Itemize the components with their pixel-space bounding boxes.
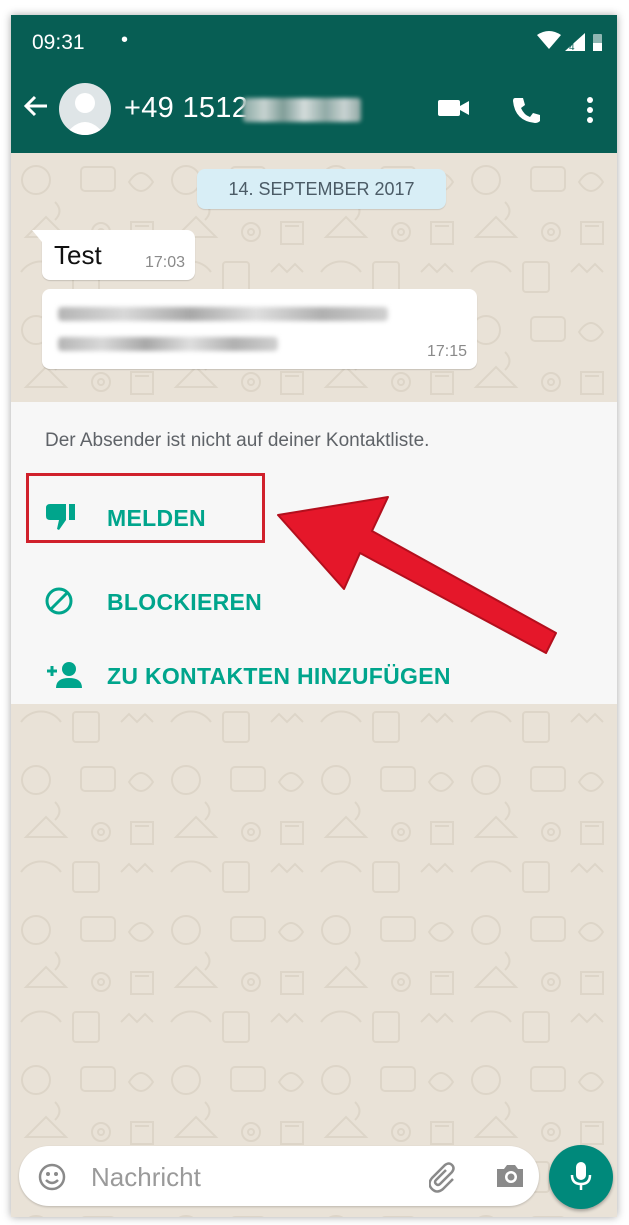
paperclip-icon[interactable] [428, 1161, 461, 1198]
block-label: BLOCKIEREN [107, 589, 263, 615]
notification-dot: • [121, 29, 129, 51]
emoji-icon[interactable] [37, 1162, 67, 1197]
video-call-icon[interactable] [437, 95, 471, 126]
contact-name[interactable]: +49 1512 [124, 92, 248, 125]
wifi-icon [537, 31, 561, 49]
message-time: 17:03 [144, 254, 185, 271]
blurred-text-line [58, 337, 278, 351]
message-text: Test [54, 240, 102, 270]
message-input[interactable]: Nachricht [91, 1162, 201, 1193]
blurred-text-line [58, 307, 388, 321]
phone-screen: 09:31 • 4 +49 1512 14. SEPTEMBER 2017 Te… [11, 15, 617, 1217]
add-contact-icon [44, 660, 82, 695]
annotation-highlight-box [26, 473, 265, 543]
voice-message-button[interactable] [549, 1145, 613, 1209]
status-time: 09:31 [32, 31, 85, 54]
camera-icon[interactable] [494, 1161, 526, 1196]
svg-text:4: 4 [569, 42, 575, 53]
add-contact-label: ZU KONTAKTEN HINZUFÜGEN [107, 663, 451, 689]
back-arrow-icon[interactable] [21, 91, 51, 126]
message-bubble[interactable]: Test 17:03 [32, 230, 195, 280]
status-icons: 4 [535, 31, 605, 58]
chat-header: +49 1512 [11, 69, 617, 153]
date-chip: 14. SEPTEMBER 2017 [197, 169, 446, 209]
bubble-tail [32, 230, 42, 242]
panel-info-text: Der Absender ist nicht auf deiner Kontak… [45, 430, 430, 451]
status-bar: 09:31 • 4 [11, 15, 617, 69]
annotation-arrow [277, 496, 557, 654]
more-options-icon[interactable] [585, 95, 595, 130]
message-bubble-blurred[interactable]: 17:15 [42, 289, 477, 369]
blurred-number [243, 98, 361, 122]
avatar[interactable] [59, 83, 111, 135]
block-icon [44, 586, 74, 621]
voice-call-icon[interactable] [511, 95, 541, 130]
message-time: 17:15 [426, 343, 467, 360]
message-input-bar[interactable]: Nachricht [19, 1146, 539, 1206]
microphone-icon [569, 1161, 593, 1198]
signal-icon [565, 33, 585, 51]
